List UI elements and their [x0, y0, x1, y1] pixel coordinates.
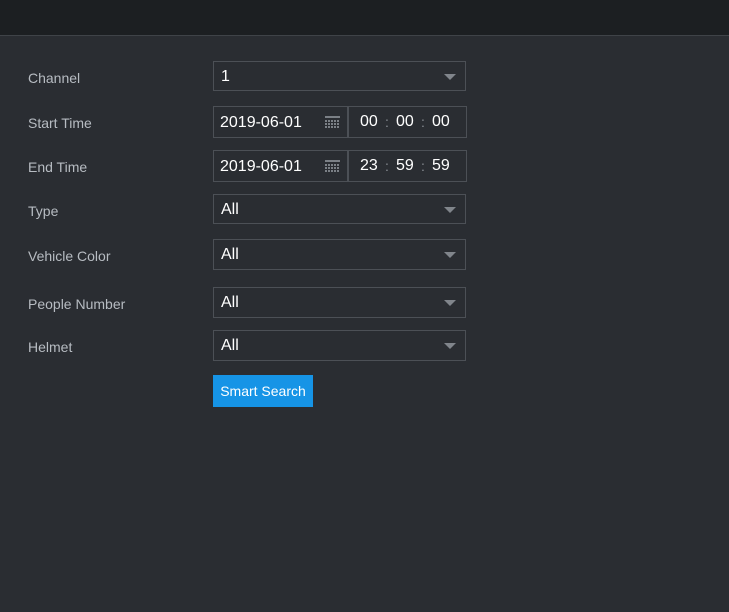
helmet-select[interactable]: All	[213, 330, 466, 361]
type-value: All	[221, 201, 239, 218]
time-separator: :	[385, 114, 389, 130]
time-separator: :	[421, 114, 425, 130]
vehicle-color-select[interactable]: All	[213, 239, 466, 270]
start-time-input[interactable]: 00 : 00 : 00	[348, 106, 467, 138]
chevron-down-icon	[444, 252, 456, 258]
start-time-label: Start Time	[28, 115, 92, 131]
start-minute[interactable]: 00	[396, 107, 414, 137]
start-date-value: 2019-06-01	[220, 114, 302, 131]
smart-search-button[interactable]: Smart Search	[213, 375, 313, 407]
channel-label: Channel	[28, 70, 81, 86]
type-select[interactable]: All	[213, 194, 466, 224]
people-number-value: All	[221, 294, 239, 311]
helmet-label: Helmet	[28, 339, 73, 355]
type-label: Type	[28, 203, 59, 219]
chevron-down-icon	[444, 74, 456, 80]
channel-select[interactable]: 1	[213, 61, 466, 91]
end-date-input[interactable]: 2019-06-01	[213, 150, 348, 182]
end-minute[interactable]: 59	[396, 151, 414, 181]
vehicle-color-value: All	[221, 246, 239, 263]
end-time-input[interactable]: 23 : 59 : 59	[348, 150, 467, 182]
calendar-icon[interactable]	[325, 116, 340, 129]
helmet-value: All	[221, 337, 239, 354]
channel-value: 1	[221, 68, 230, 85]
chevron-down-icon	[444, 300, 456, 306]
calendar-icon[interactable]	[325, 160, 340, 173]
time-separator: :	[421, 158, 425, 174]
start-second[interactable]: 00	[432, 107, 450, 137]
vehicle-color-label: Vehicle Color	[28, 248, 111, 264]
end-hour[interactable]: 23	[360, 151, 378, 181]
start-date-input[interactable]: 2019-06-01	[213, 106, 348, 138]
people-number-select[interactable]: All	[213, 287, 466, 318]
end-time-label: End Time	[28, 159, 88, 175]
end-date-value: 2019-06-01	[220, 158, 302, 175]
chevron-down-icon	[444, 343, 456, 349]
people-number-label: People Number	[28, 296, 126, 312]
chevron-down-icon	[444, 207, 456, 213]
end-second[interactable]: 59	[432, 151, 450, 181]
top-bar	[0, 0, 729, 36]
start-hour[interactable]: 00	[360, 107, 378, 137]
time-separator: :	[385, 158, 389, 174]
